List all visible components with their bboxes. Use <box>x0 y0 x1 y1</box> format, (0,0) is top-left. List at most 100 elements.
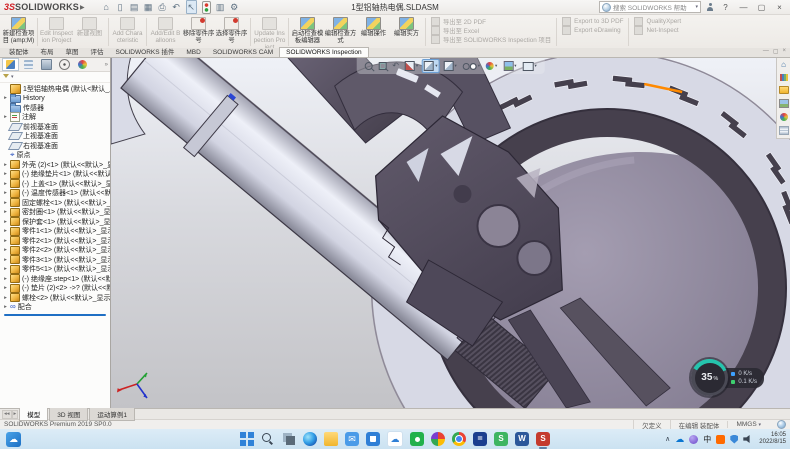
view-settings-icon[interactable]: ▾ <box>522 61 538 72</box>
tree-item-sensor[interactable]: 传感器 <box>0 103 110 113</box>
expander-icon[interactable]: ▸ <box>3 200 8 206</box>
expander-icon[interactable]: ▸ <box>3 219 8 225</box>
tree-item-right-plane[interactable]: 右视基准面 <box>0 141 110 151</box>
tree-item-front-plane[interactable]: 前视基准面 <box>0 122 110 132</box>
tree-item-mates[interactable]: ▸∞配合 <box>0 303 110 313</box>
tree-item-component[interactable]: ▸(-) 绝缘座.step<1> (默认<<默认> <box>0 274 110 284</box>
tab-mbd[interactable]: MBD <box>180 48 206 57</box>
tree-item-component[interactable]: ▸(-) 垫片 (2)<2> ->? (默认<<默认> <box>0 284 110 294</box>
view-orientation-icon[interactable]: ▾ <box>423 60 438 72</box>
expander-icon[interactable]: ▸ <box>3 190 8 196</box>
view-palette-icon[interactable] <box>779 99 789 108</box>
status-sphere-icon[interactable] <box>777 420 786 429</box>
ime-language-indicator[interactable]: 中 <box>703 434 711 445</box>
rollback-bar[interactable] <box>4 314 106 316</box>
section-view-icon[interactable]: ▾ <box>404 60 419 72</box>
tab-scroll-left[interactable]: ◂◂ <box>2 410 12 419</box>
design-library-icon[interactable] <box>780 74 788 81</box>
ribbon-button-edit-operations[interactable]: 编辑操作 <box>357 16 390 48</box>
tree-item-origin[interactable]: ⌖原点 <box>0 151 110 161</box>
tab-dimxpert-manager[interactable] <box>56 58 73 71</box>
tree-item-annotations[interactable]: ▸注解 <box>0 113 110 123</box>
tab-evaluate[interactable]: 评估 <box>85 45 110 57</box>
qualityxpert-button[interactable]: QualityXpert <box>634 18 681 25</box>
expander-icon[interactable]: ▸ <box>3 304 8 310</box>
tab-layout[interactable]: 布局 <box>35 45 60 57</box>
appearances-icon[interactable] <box>780 113 788 121</box>
new-document-icon[interactable]: ▯ <box>116 1 125 13</box>
tab-sketch[interactable]: 草图 <box>60 45 85 57</box>
expander-icon[interactable]: ▸ <box>3 114 8 120</box>
tree-root[interactable]: 1型铝轴热电偶 (默认<默认_显示状态-1> <box>0 84 110 94</box>
export-2d-pdf-button[interactable]: 导出至 2D PDF <box>431 18 551 25</box>
export-excel-button[interactable]: 导出至 Excel <box>431 27 551 34</box>
input-method-tray-icon[interactable] <box>716 435 725 444</box>
custom-properties-icon[interactable] <box>779 126 789 135</box>
tree-item-component[interactable]: ▸保护套<1> (默认<<默认>_显示状 <box>0 217 110 227</box>
tree-item-history[interactable]: ▸History <box>0 94 110 104</box>
expander-icon[interactable]: ▸ <box>3 95 8 101</box>
file-explorer-pane-icon[interactable] <box>779 86 789 94</box>
ribbon-button-add-edit-balloons[interactable]: Add/Edit Balloons <box>149 16 182 48</box>
net-inspect-button[interactable]: Net-Inspect <box>634 27 681 34</box>
rebuild-icon[interactable] <box>202 1 211 14</box>
expander-icon[interactable]: ▸ <box>3 181 8 187</box>
model-canvas[interactable] <box>111 58 790 408</box>
ribbon-button-select-balloons[interactable]: 选择零件序号 <box>215 16 248 48</box>
zoom-to-fit-icon[interactable] <box>363 61 373 71</box>
minimize-button[interactable]: — <box>737 1 750 14</box>
ribbon-button-edit-inspection-project[interactable]: Edit Inspection Project <box>40 16 73 48</box>
panel-tabs-overflow[interactable]: » <box>105 62 108 68</box>
tab-property-manager[interactable] <box>20 58 37 71</box>
security-shield-icon[interactable] <box>730 435 738 444</box>
expander-icon[interactable]: ▸ <box>3 228 8 234</box>
apply-scene-icon[interactable]: ▾ <box>502 60 517 72</box>
graphics-viewport[interactable]: ↶ ▾ ▾ ▾ ▾ ▾ ▾ ▾ ⌂ <box>111 58 790 408</box>
tree-item-component[interactable]: ▸外壳 (2)<1> (默认<<默认>_显示状态 <box>0 160 110 170</box>
purple-app-tray-icon[interactable] <box>689 435 698 444</box>
home-icon[interactable]: ⌂ <box>102 1 111 13</box>
expander-icon[interactable]: ▸ <box>3 238 8 244</box>
tab-solidworks-inspection[interactable]: SOLIDWORKS Inspection <box>279 47 369 57</box>
tab-3d-views[interactable]: 3D 视图 <box>49 408 88 421</box>
expander-icon[interactable]: ▸ <box>3 162 8 168</box>
doc-minimize-button[interactable]: — <box>763 48 769 55</box>
ribbon-button-launch-template-editor[interactable]: 启动检查模板编辑器 <box>291 16 324 48</box>
export-inspection-project-button[interactable]: 导出至 SOLIDWORKS Inspection 项目 <box>431 36 551 43</box>
tree-item-component[interactable]: ▸(-) 绝缘垫片<1> (默认<<默认>_显 <box>0 170 110 180</box>
tree-item-component[interactable]: ▸密封圈<1> (默认<<默认>_显示状 <box>0 208 110 218</box>
tree-item-top-plane[interactable]: 上视基准面 <box>0 132 110 142</box>
zoom-to-area-icon[interactable] <box>377 61 387 71</box>
tab-model[interactable]: 模型 <box>19 408 48 421</box>
tree-item-component[interactable]: ▸零件2<1> (默认<<默认>_显示状 <box>0 236 110 246</box>
previous-view-icon[interactable]: ↶ <box>391 61 400 71</box>
file-properties-icon[interactable]: ▥ <box>216 1 225 13</box>
select-arrow-icon[interactable]: ↖ <box>186 0 197 14</box>
hide-show-items-icon[interactable]: ▾ <box>462 62 481 71</box>
open-icon[interactable]: ▤ <box>130 1 139 13</box>
tree-item-component[interactable]: ▸零件2<2> (默认<<默认>_显示状 <box>0 246 110 256</box>
cloud-drive-icon[interactable]: ☁ <box>387 431 403 447</box>
expander-icon[interactable]: ▸ <box>3 285 8 291</box>
logo-expand-icon[interactable]: ▶ <box>80 4 85 11</box>
expander-icon[interactable]: ▸ <box>3 171 8 177</box>
ribbon-button-edit-inspection-methods[interactable]: 编辑检查方式 <box>324 16 357 48</box>
login-user-icon[interactable] <box>706 3 714 11</box>
tree-item-component[interactable]: ▸(-) 上盖<1> (默认<<默认>_显示状 <box>0 179 110 189</box>
expander-icon[interactable]: ▸ <box>3 295 8 301</box>
restore-button[interactable]: ▢ <box>755 1 768 14</box>
tab-solidworks-cam[interactable]: SOLIDWORKS CAM <box>207 48 279 57</box>
ribbon-button-new-inspection-project[interactable]: 新建检查项目 (amp;M) <box>2 16 35 48</box>
expander-icon[interactable]: ▸ <box>3 257 8 263</box>
expander-icon[interactable]: ▸ <box>3 247 8 253</box>
tab-scroll-right[interactable]: ▸ <box>12 410 19 419</box>
print-icon[interactable]: ⎙ <box>158 1 167 13</box>
export-3d-pdf-button[interactable]: Export to 3D PDF <box>562 18 623 25</box>
edit-appearance-icon[interactable]: ▾ <box>485 61 498 71</box>
ribbon-button-remove-balloons[interactable]: 移除零件序号 <box>182 16 215 48</box>
undo-icon[interactable]: ↶ <box>172 1 181 13</box>
volume-icon[interactable] <box>743 435 752 443</box>
export-edrawing-button[interactable]: Export eDrawing <box>562 27 623 34</box>
tray-chevron-icon[interactable]: ∧ <box>665 435 670 443</box>
search-caret-icon[interactable]: ▾ <box>695 4 698 10</box>
